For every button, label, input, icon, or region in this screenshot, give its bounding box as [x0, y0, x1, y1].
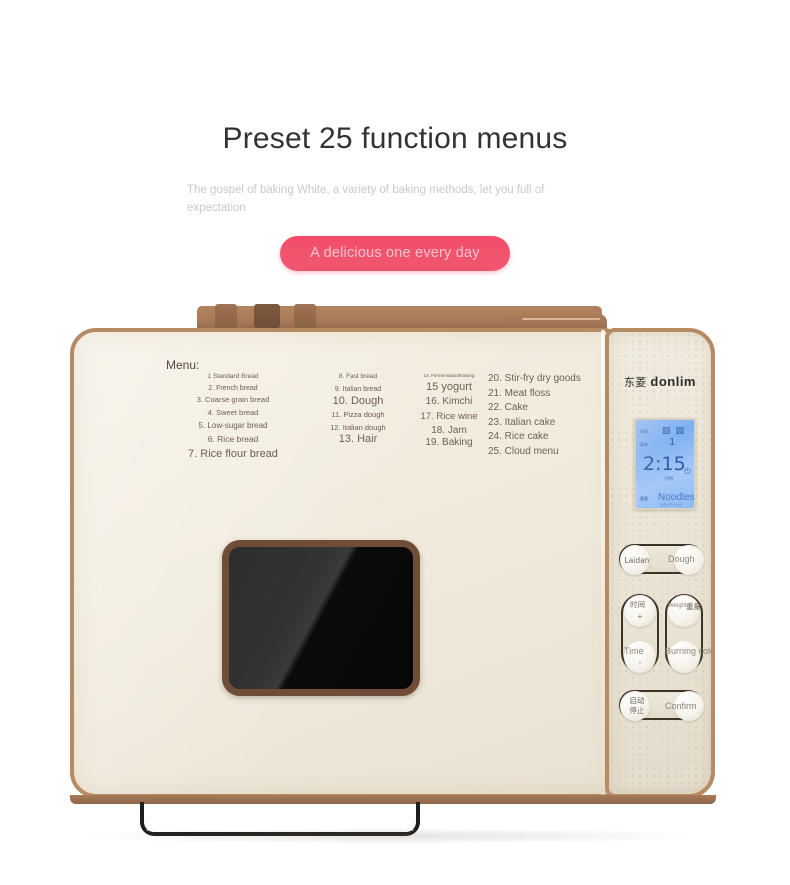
menu-item: 6. Rice bread: [207, 434, 259, 445]
machine-menu-legend: Menu: 1 Standard Bread 2. French bread 3…: [158, 358, 598, 483]
menu-item: 11. Pizza dough: [331, 409, 385, 419]
machine-shadow: [80, 828, 700, 844]
hero-badge-wrap: A delicious one every day: [0, 235, 790, 271]
menu-item: 16. Kimchi: [425, 396, 473, 408]
menu-column-4: 20. Stir-fry dry goods 21. Meat floss 22…: [488, 373, 608, 457]
menu-item: 19. Baking: [425, 437, 473, 449]
menu-heading: Menu:: [166, 358, 200, 372]
menu-button-label: Laidan: [624, 556, 650, 565]
menu-column-3: 14. Fermentation/thawing 15 yogurt 16. K…: [406, 373, 492, 449]
menu-item: 13. Hair: [338, 433, 378, 446]
lcd-time-value: 2:15: [643, 453, 686, 475]
menu-item: 25. Cloud menu: [488, 445, 559, 457]
lcd-mode-name: Noodles: [658, 492, 695, 503]
machine-lid-highlight: [522, 318, 600, 320]
menu-item: 18. Jam: [431, 424, 467, 436]
clock-icon: ◴: [684, 466, 691, 475]
menu-item: 2. French bread: [208, 384, 258, 392]
menu-item: 17. Rice wine: [420, 410, 478, 422]
brand-logo: 东菱 donlim: [609, 374, 711, 390]
start-label: 启动: [629, 696, 645, 705]
weight-button-group[interactable]: Weight 重量 Burning color: [665, 594, 711, 673]
menu-item: 1 Standard Bread: [207, 373, 259, 380]
menu-item: 12. Italian dough: [330, 422, 386, 432]
weight-button-label-cn: 重量: [686, 602, 701, 611]
lcd-time-unit: 小时: [664, 477, 673, 482]
menu-item: 4. Sweet bread: [207, 408, 259, 418]
menu-item: 15 yogurt: [426, 380, 472, 393]
menu-item: 3. Coarse grain bread: [196, 395, 270, 405]
bread-machine-image: Menu: 1 Standard Bread 2. French bread 3…: [62, 300, 722, 844]
weight-button[interactable]: [668, 595, 700, 627]
machine-lid-notch: [294, 304, 316, 328]
start-confirm-button-group[interactable]: 启动 停止 Confirm: [619, 690, 704, 721]
time-button-group[interactable]: 时间 + Time -: [621, 594, 659, 673]
menu-item: 24. Rice cake: [488, 431, 549, 442]
menu-item: 10. Dough: [332, 395, 384, 408]
brand-name-en: donlim: [650, 374, 696, 389]
brand-name-cn: 东菱: [624, 376, 647, 389]
machine-lid-notch: [215, 304, 237, 328]
lcd-program-number: 1: [669, 437, 676, 448]
menu-item: 8. Fast bread: [338, 373, 378, 380]
minus-icon: -: [638, 658, 642, 667]
dough-button-label: Dough: [668, 554, 695, 564]
control-panel: 东菱 donlim 时间 菜单 ▨ ▨ 1 2:15 ◴ 小时 Noodles …: [605, 328, 715, 798]
menu-item: 9. Italian bread: [334, 385, 382, 393]
hero-section: Preset 25 function menus The gospel of b…: [0, 0, 790, 271]
menu-item: 22. Cake: [488, 402, 529, 413]
lcd-block-icons: ▨ ▨: [662, 426, 685, 436]
time-button-label-en: Time: [624, 646, 644, 656]
hero-subtitle: The gospel of baking White, a variety of…: [187, 184, 545, 214]
lcd-mode-subtitle: 面条/意大利面: [660, 503, 683, 507]
menu-item: 7. Rice flour bread: [188, 448, 278, 461]
viewing-window-glass: [229, 547, 413, 689]
lcd-display: 时间 菜单 ▨ ▨ 1 2:15 ◴ 小时 Noodles 面条/意大利面 重量: [634, 418, 696, 510]
page-root: Preset 25 function menus The gospel of b…: [0, 0, 790, 885]
confirm-button-label: Confirm: [665, 701, 697, 711]
burning-color-label: Burning color: [665, 646, 715, 656]
plus-icon: +: [637, 612, 643, 621]
lcd-label-menu: 菜单: [640, 442, 648, 447]
menu-column-1: 1 Standard Bread 2. French bread 3. Coar…: [158, 373, 308, 461]
menu-item: 23. Italian cake: [488, 416, 556, 428]
menu-item: 5. Low-sugar bread: [198, 420, 268, 430]
time-button-label-cn: 时间: [630, 600, 645, 609]
panel-seam: [601, 330, 605, 796]
menu-dough-button-group[interactable]: Laidan Dough: [619, 544, 704, 575]
page-title: Preset 25 function menus: [222, 122, 568, 155]
lcd-label-time: 时间: [640, 429, 648, 434]
menu-item: 20. Stir-fry dry goods: [488, 373, 581, 384]
stop-label: 停止: [629, 706, 645, 715]
menu-item: 14. Fermentation/thawing: [423, 373, 475, 378]
machine-lid-handle: [254, 304, 280, 328]
viewing-window: [222, 540, 420, 696]
weight-button-label-en: Weight: [668, 603, 687, 609]
menu-item: 21. Meat floss: [488, 387, 551, 399]
tagline-badge[interactable]: A delicious one every day: [280, 235, 510, 271]
lcd-weight-label: 重量: [640, 496, 648, 501]
menu-column-2: 8. Fast bread 9. Italian bread 10. Dough…: [308, 373, 408, 446]
